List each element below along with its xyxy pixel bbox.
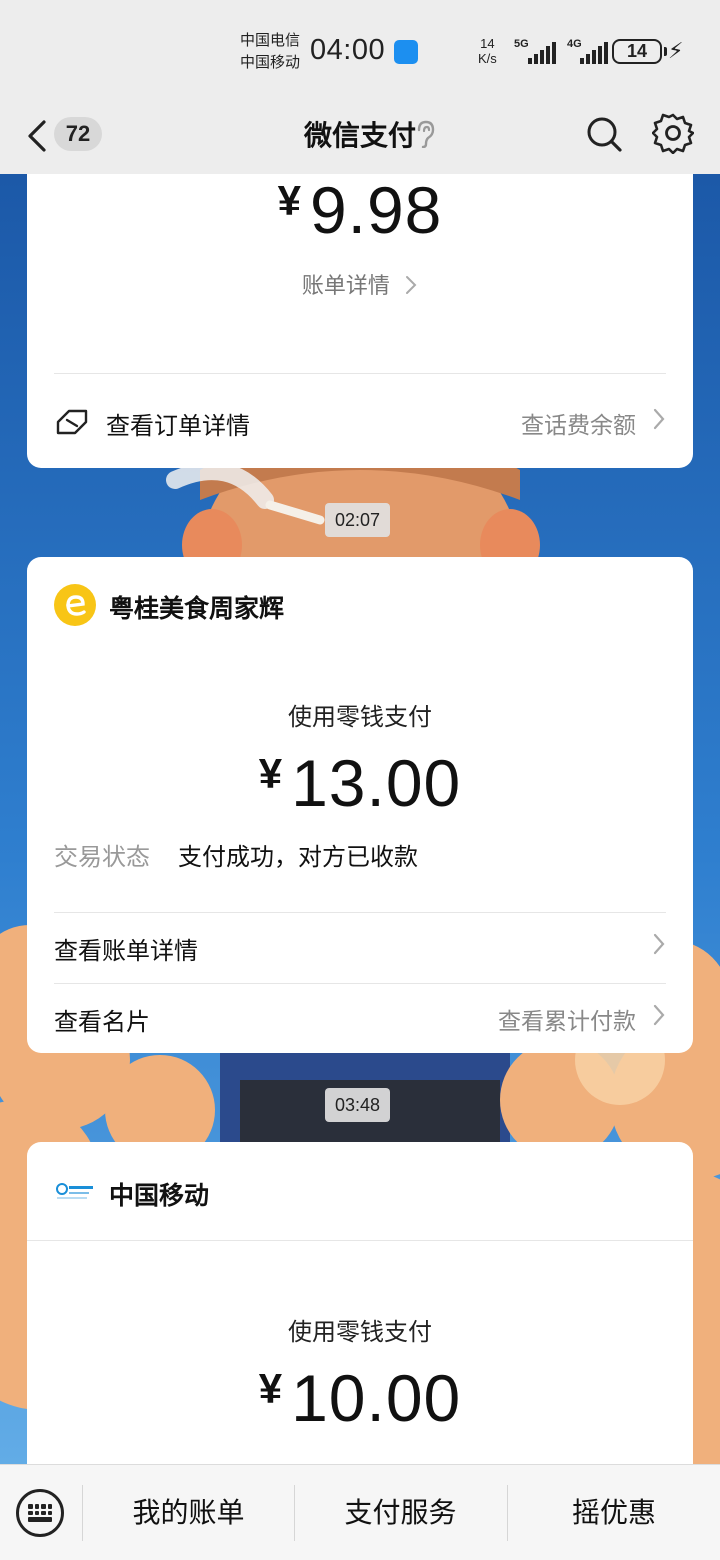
message-timestamp: 03:48: [325, 1088, 391, 1122]
carrier-2: 中国移动: [240, 54, 301, 71]
tab-shake-offers[interactable]: 摇优惠: [508, 1487, 720, 1539]
battery-icon: 14: [612, 39, 667, 64]
network-speed-value: 14: [480, 36, 495, 51]
message-timestamp: 02:07: [325, 503, 391, 537]
tab-payment-services[interactable]: 支付服务: [295, 1487, 506, 1539]
currency-symbol: ¥: [277, 177, 302, 224]
chevron-right-icon: [653, 408, 665, 430]
payment-card-1: ¥9.98 账单详情 查看订单详情 查话费余额: [27, 150, 693, 468]
bottom-menu-bar: 我的账单 支付服务 摇优惠: [0, 1464, 720, 1560]
navigation-bar: 72 微信支付: [0, 100, 720, 174]
payment-amount: ¥13.00: [27, 745, 693, 821]
carrier-names: 中国电信 中国移动: [240, 30, 300, 74]
view-bill-details-label: 查看账单详情: [54, 938, 198, 965]
chevron-right-icon: [653, 933, 665, 955]
charging-icon: ⚡: [668, 38, 684, 63]
divider: [54, 373, 666, 374]
payment-amount: ¥9.98: [27, 172, 693, 248]
view-bill-details-row[interactable]: 查看账单详情: [54, 919, 666, 975]
ticket-tag-icon: [56, 409, 88, 435]
transaction-status: 交易状态 支付成功，对方已收款: [54, 837, 418, 872]
chevron-right-icon: [653, 1004, 665, 1026]
merchant-name: 粤桂美食周家辉: [109, 595, 285, 623]
divider: [27, 1240, 693, 1241]
search-icon[interactable]: [584, 114, 624, 154]
status-time: 04:00: [310, 34, 386, 66]
merchant-name: 中国移动: [109, 1182, 210, 1210]
network-type-1: 5G: [514, 38, 529, 50]
payment-card-2[interactable]: 粤桂美食周家辉 使用零钱支付 ¥13.00 交易状态 支付成功，对方已收款 查看账…: [27, 557, 693, 1053]
merchant-logo-icon: [54, 584, 96, 626]
notification-app-icon: [394, 40, 418, 64]
view-business-card-label: 查看名片: [54, 1009, 150, 1036]
divider: [54, 983, 666, 984]
earpiece-mode-icon: [417, 120, 435, 148]
amount-value: 10.00: [291, 1361, 462, 1435]
status-bar: 中国电信 中国移动 04:00 14 K/s 5G 4G 14 ⚡: [0, 0, 720, 100]
payment-method: 使用零钱支付: [288, 704, 432, 731]
payment-card-3[interactable]: 中国移动 使用零钱支付 ¥10.00: [27, 1142, 693, 1502]
view-order-details-row[interactable]: 查看订单详情 查话费余额: [54, 394, 666, 450]
tab-my-bills[interactable]: 我的账单: [83, 1487, 294, 1539]
divider: [54, 912, 666, 913]
china-mobile-logo-icon: [56, 1183, 93, 1199]
bill-details-label: 账单详情: [301, 273, 390, 298]
view-cumulative-payments-link[interactable]: 查看累计付款: [498, 1002, 636, 1036]
payment-amount: ¥10.00: [27, 1360, 693, 1436]
amount-value: 13.00: [291, 746, 462, 820]
currency-symbol: ¥: [258, 1365, 284, 1412]
network-speed-unit: K/s: [478, 51, 497, 66]
currency-symbol: ¥: [258, 750, 284, 797]
transaction-status-label: 交易状态: [54, 844, 150, 871]
battery-level: 14: [626, 41, 648, 61]
network-speed: 14 K/s: [478, 36, 497, 66]
chevron-right-icon: [406, 276, 417, 294]
view-business-card-row[interactable]: 查看名片 查看累计付款: [54, 990, 666, 1046]
check-balance-link[interactable]: 查话费余额: [521, 406, 636, 440]
settings-gear-icon[interactable]: [652, 112, 694, 154]
bill-details-link[interactable]: 账单详情: [27, 268, 693, 300]
view-order-details-label: 查看订单详情: [106, 413, 250, 440]
signal-bars-2-icon: [580, 42, 608, 64]
amount-value: 9.98: [309, 173, 443, 247]
carrier-1: 中国电信: [240, 32, 301, 49]
keyboard-toggle-icon[interactable]: [16, 1489, 64, 1537]
transaction-status-value: 支付成功，对方已收款: [178, 844, 418, 871]
payment-method: 使用零钱支付: [288, 1319, 432, 1346]
signal-bars-1-icon: [528, 42, 556, 64]
